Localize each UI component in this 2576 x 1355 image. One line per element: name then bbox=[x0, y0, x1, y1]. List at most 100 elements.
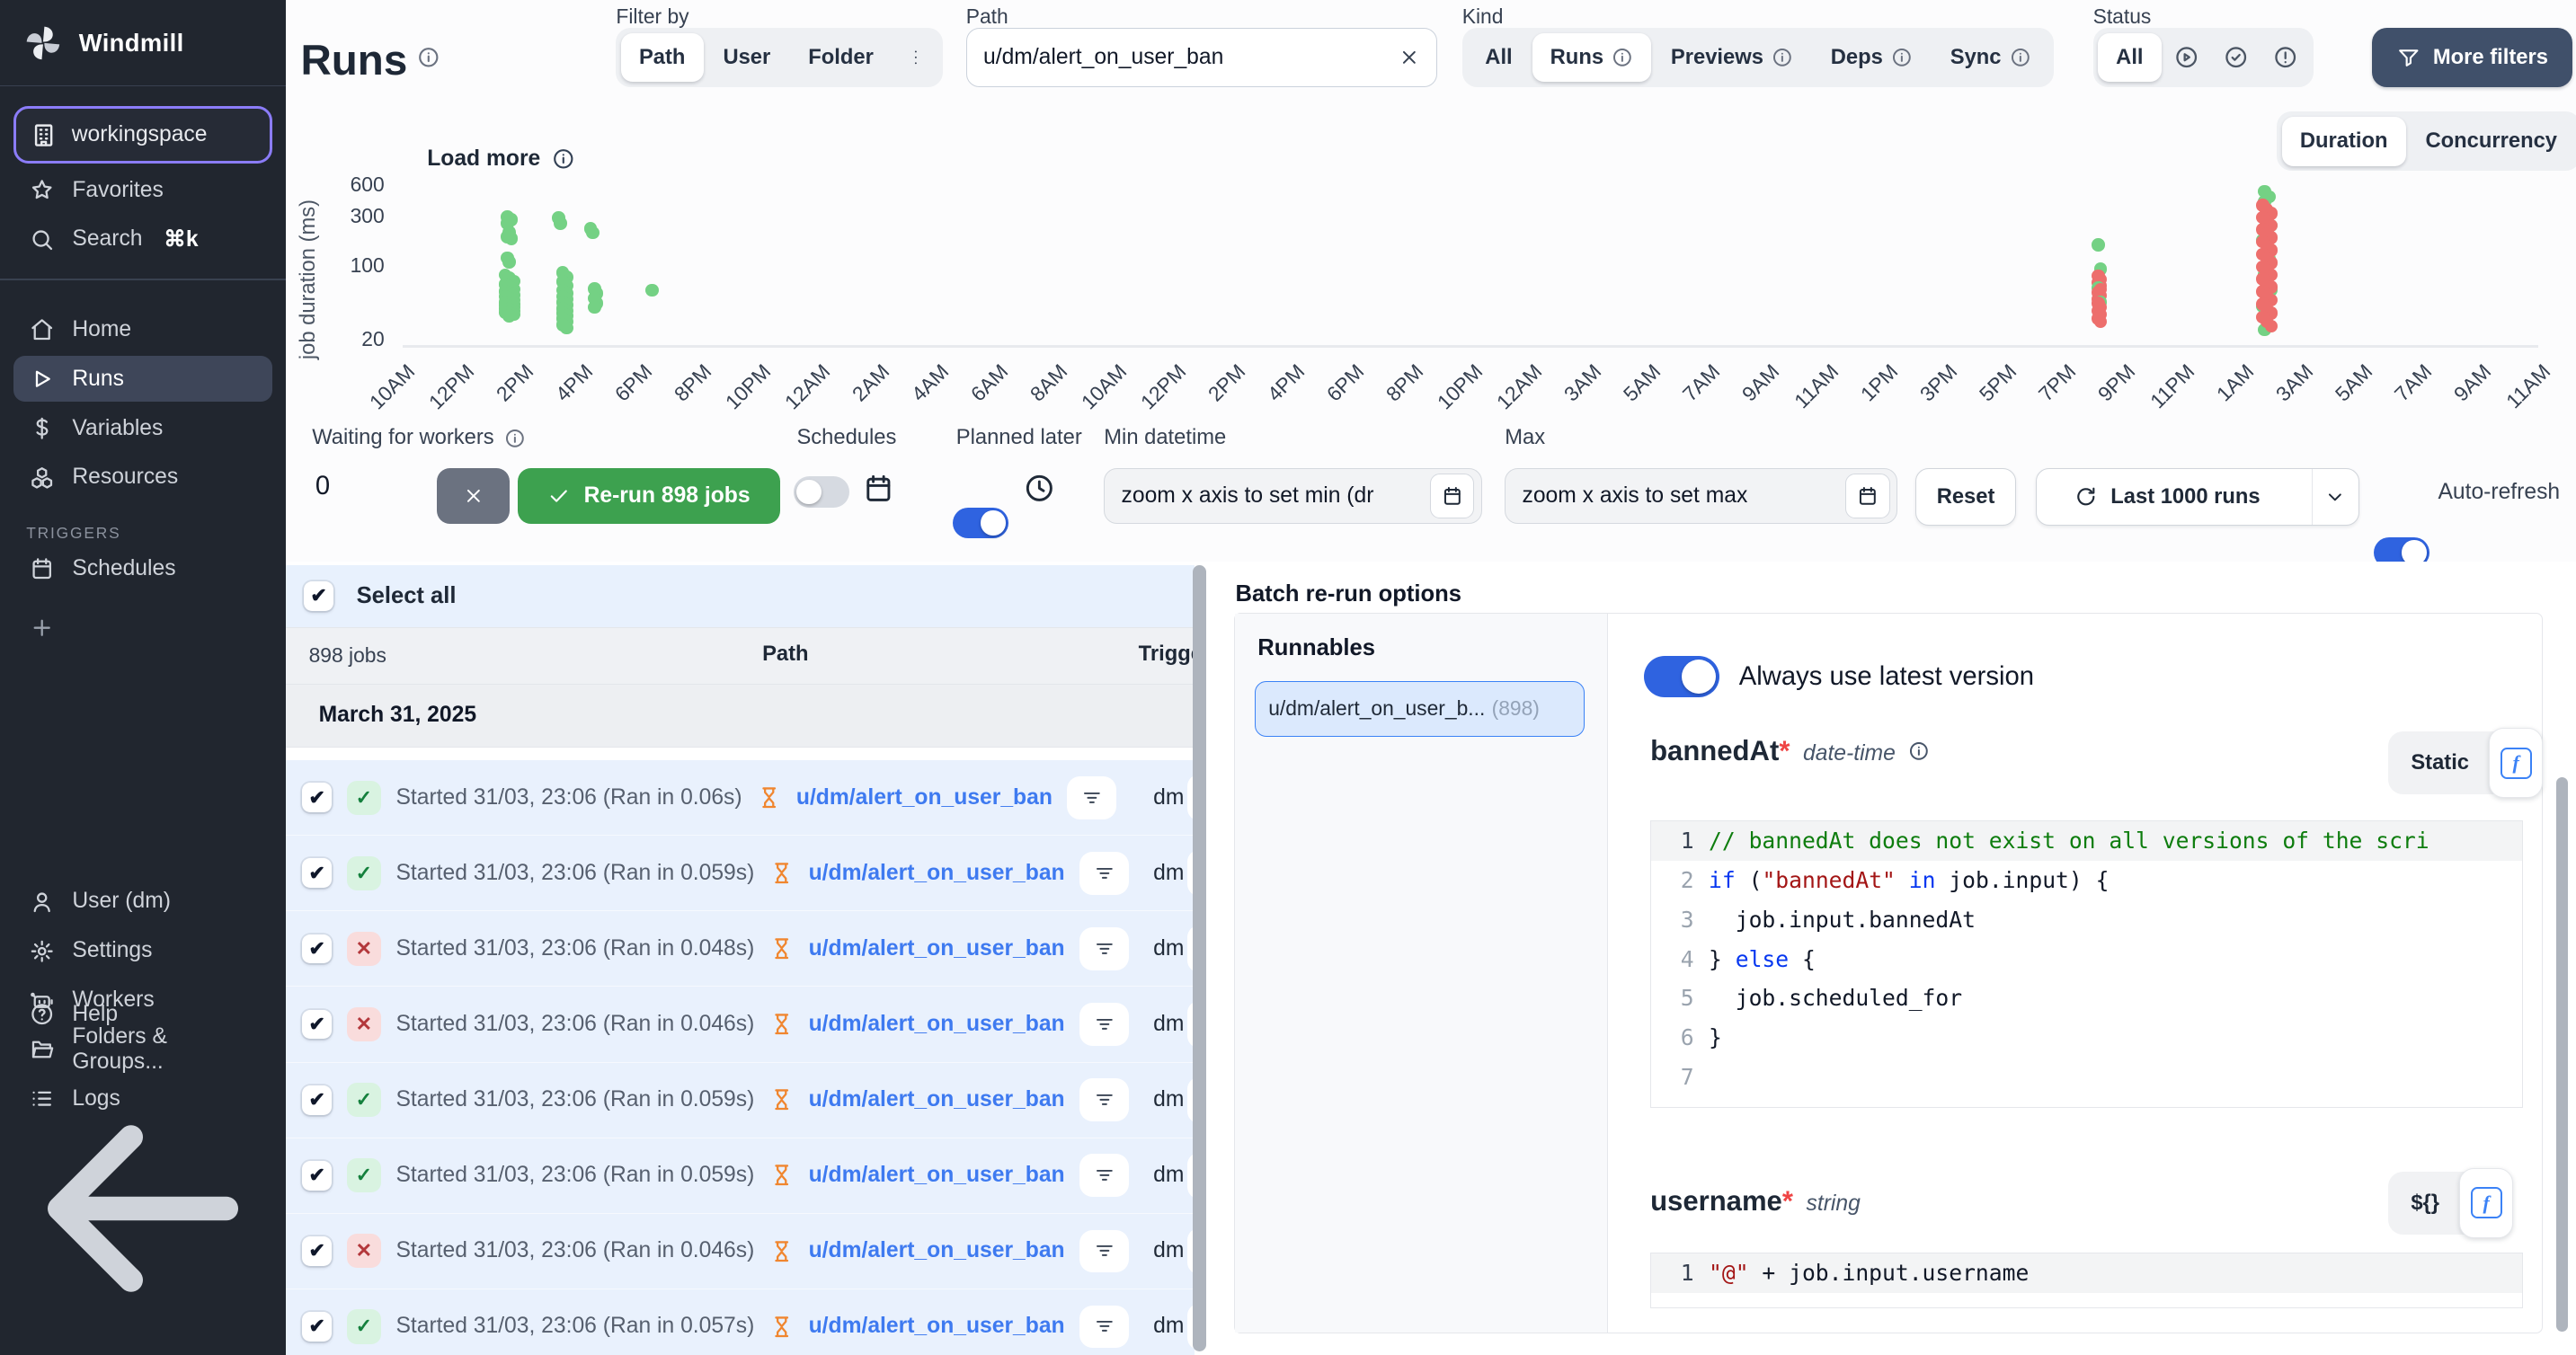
row-filter-button[interactable] bbox=[1079, 1078, 1129, 1121]
kind-option-all[interactable]: All bbox=[1467, 33, 1531, 83]
cancel-selection-button[interactable] bbox=[437, 468, 509, 524]
sidebar-nav-section: HomeRunsVariablesResources bbox=[0, 306, 286, 500]
filter-lines-icon bbox=[1094, 1240, 1115, 1262]
clear-path-icon[interactable] bbox=[1399, 47, 1420, 68]
status-option-running[interactable] bbox=[2163, 33, 2210, 83]
status-option-failure[interactable] bbox=[2261, 33, 2309, 83]
sidebar-item-variables[interactable]: Variables bbox=[13, 405, 273, 451]
path-filter-input[interactable] bbox=[983, 45, 1386, 70]
table-row[interactable]: ✔✓Started 31/03, 23:06 (Ran in 0.059s)u/… bbox=[286, 1138, 1195, 1214]
sidebar-item-user-dm-[interactable]: User (dm) bbox=[13, 879, 273, 925]
table-row[interactable]: ✔✓Started 31/03, 23:06 (Ran in 0.057s)u/… bbox=[286, 1289, 1195, 1355]
status-option-all[interactable]: All bbox=[2098, 33, 2162, 83]
sidebar-item-favorites[interactable]: Favorites bbox=[13, 167, 273, 213]
job-dot-success bbox=[586, 226, 600, 240]
table-row[interactable]: ✔✓Started 31/03, 23:06 (Ran in 0.06s)u/d… bbox=[286, 760, 1195, 836]
sidebar-item-runs[interactable]: Runs bbox=[13, 356, 273, 402]
row-path-link[interactable]: u/dm/alert_on_user_ban bbox=[809, 1087, 1065, 1112]
sidebar-item-resources[interactable]: Resources bbox=[13, 455, 273, 500]
rerun-jobs-button[interactable]: Re-run 898 jobs bbox=[518, 468, 780, 524]
select-all-checkbox[interactable]: ✔ bbox=[304, 581, 333, 611]
kind-option-runs[interactable]: Runs bbox=[1532, 33, 1651, 83]
row-filter-button[interactable] bbox=[1079, 1154, 1129, 1197]
sidebar-item-search[interactable]: Search⌘k bbox=[13, 217, 273, 262]
row-path-link[interactable]: u/dm/alert_on_user_ban bbox=[809, 1314, 1065, 1339]
row-filter-button[interactable] bbox=[1079, 1003, 1129, 1046]
table-row[interactable]: ✔✓Started 31/03, 23:06 (Ran in 0.059s)u/… bbox=[286, 1063, 1195, 1138]
sidebar-item-schedules[interactable]: Schedules bbox=[13, 545, 273, 591]
row-checkbox[interactable]: ✔ bbox=[302, 1236, 332, 1266]
latest-version-toggle[interactable] bbox=[1644, 656, 1719, 697]
planned-later-toggle[interactable] bbox=[953, 508, 1008, 539]
scatter-plot[interactable] bbox=[403, 145, 2538, 349]
row-checkbox[interactable]: ✔ bbox=[302, 1010, 332, 1040]
row-filter-button[interactable] bbox=[1067, 776, 1116, 819]
row-path-link[interactable]: u/dm/alert_on_user_ban bbox=[809, 861, 1065, 886]
min-datetime-input[interactable] bbox=[1122, 483, 1420, 509]
planned-clock-icon[interactable] bbox=[1024, 473, 1055, 504]
table-row[interactable]: ✔✓Started 31/03, 23:06 (Ran in 0.059s)u/… bbox=[286, 836, 1195, 911]
row-checkbox[interactable]: ✔ bbox=[302, 783, 332, 812]
panel-scrollbar[interactable] bbox=[2556, 777, 2568, 1333]
sidebar-item-help[interactable]: Help bbox=[13, 991, 273, 1037]
row-path-link[interactable]: u/dm/alert_on_user_ban bbox=[809, 936, 1065, 961]
min-datetime-label: Min datetime bbox=[1104, 425, 1226, 450]
row-checkbox[interactable]: ✔ bbox=[302, 1312, 332, 1342]
filter-by-option-folder[interactable]: Folder bbox=[790, 33, 892, 83]
filter-by-option-path[interactable]: Path bbox=[621, 33, 704, 83]
row-checkbox[interactable]: ✔ bbox=[302, 858, 332, 888]
runs-info-icon[interactable] bbox=[417, 46, 440, 69]
row-path-link[interactable]: u/dm/alert_on_user_ban bbox=[809, 1163, 1065, 1188]
schedules-toggle[interactable] bbox=[794, 476, 849, 508]
last-runs-dropdown[interactable] bbox=[2312, 469, 2358, 525]
bannedat-code-editor[interactable]: 1// bannedAt does not exist on all versi… bbox=[1650, 820, 2523, 1108]
x-tick-label: 2PM bbox=[492, 359, 538, 406]
table-row[interactable]: ✔✕Started 31/03, 23:06 (Ran in 0.048s)u/… bbox=[286, 911, 1195, 987]
table-row[interactable]: ✔✕Started 31/03, 23:06 (Ran in 0.046s)u/… bbox=[286, 1214, 1195, 1289]
add-trigger-button[interactable] bbox=[13, 605, 273, 651]
row-filter-button[interactable] bbox=[1079, 1230, 1129, 1273]
row-checkbox[interactable]: ✔ bbox=[302, 1085, 332, 1115]
field-info-icon[interactable] bbox=[1908, 740, 1930, 762]
min-calendar-button[interactable] bbox=[1430, 474, 1475, 518]
sidebar-item-home[interactable]: Home bbox=[13, 306, 273, 352]
last-runs-button[interactable]: Last 1000 runs bbox=[2036, 468, 2359, 526]
collapse-sidebar-icon[interactable] bbox=[0, 1066, 286, 1351]
row-path-link[interactable]: u/dm/alert_on_user_ban bbox=[809, 1238, 1065, 1263]
filter-by-more-button[interactable] bbox=[893, 33, 937, 83]
kind-option-previews[interactable]: Previews bbox=[1653, 33, 1811, 83]
static-mode-button[interactable]: Static bbox=[2411, 750, 2469, 775]
schedules-calendar-icon[interactable] bbox=[863, 473, 894, 504]
filter-by-option-user[interactable]: User bbox=[705, 33, 788, 83]
max-datetime-input[interactable] bbox=[1523, 483, 1836, 509]
row-checkbox[interactable]: ✔ bbox=[302, 934, 332, 964]
runs-table: ✔ Select all 898 jobs Path Trigger March… bbox=[286, 562, 1195, 1355]
status-option-success[interactable] bbox=[2212, 33, 2260, 83]
y-tick: 600 bbox=[325, 173, 385, 197]
x-icon bbox=[463, 485, 484, 507]
row-path-link[interactable]: u/dm/alert_on_user_ban bbox=[809, 1012, 1065, 1037]
more-filters-button[interactable]: More filters bbox=[2372, 28, 2572, 87]
username-code-editor[interactable]: 1"@" + job.input.username bbox=[1650, 1253, 2523, 1308]
username-function-button[interactable]: f bbox=[2459, 1168, 2513, 1239]
row-filter-button[interactable] bbox=[1079, 852, 1129, 895]
x-tick-label: 8AM bbox=[1026, 359, 1072, 406]
row-path-link[interactable]: u/dm/alert_on_user_ban bbox=[796, 785, 1053, 810]
max-calendar-button[interactable] bbox=[1845, 474, 1890, 518]
kind-option-deps[interactable]: Deps bbox=[1813, 33, 1931, 83]
table-row[interactable]: ✔✕Started 31/03, 23:06 (Ran in 0.046s)u/… bbox=[286, 987, 1195, 1062]
template-mode-button[interactable]: ${} bbox=[2411, 1191, 2439, 1216]
row-checkbox[interactable]: ✔ bbox=[302, 1161, 332, 1191]
bannedat-function-button[interactable]: f bbox=[2489, 728, 2543, 799]
runnable-item[interactable]: u/dm/alert_on_user_b... (898) bbox=[1255, 681, 1585, 737]
sidebar-item-settings[interactable]: Settings bbox=[13, 928, 273, 974]
schedules-toggle-label: Schedules bbox=[796, 425, 896, 450]
row-filter-button[interactable] bbox=[1079, 1306, 1129, 1349]
table-scrollbar[interactable] bbox=[1193, 565, 1206, 1352]
kind-option-sync[interactable]: Sync bbox=[1932, 33, 2049, 83]
reset-button[interactable]: Reset bbox=[1915, 468, 2016, 526]
workspace-switcher[interactable]: workingspace bbox=[13, 106, 273, 164]
row-started-text: Started 31/03, 23:06 (Ran in 0.048s) bbox=[395, 936, 754, 961]
filter-lines-icon bbox=[1094, 1089, 1115, 1111]
row-filter-button[interactable] bbox=[1079, 927, 1129, 970]
